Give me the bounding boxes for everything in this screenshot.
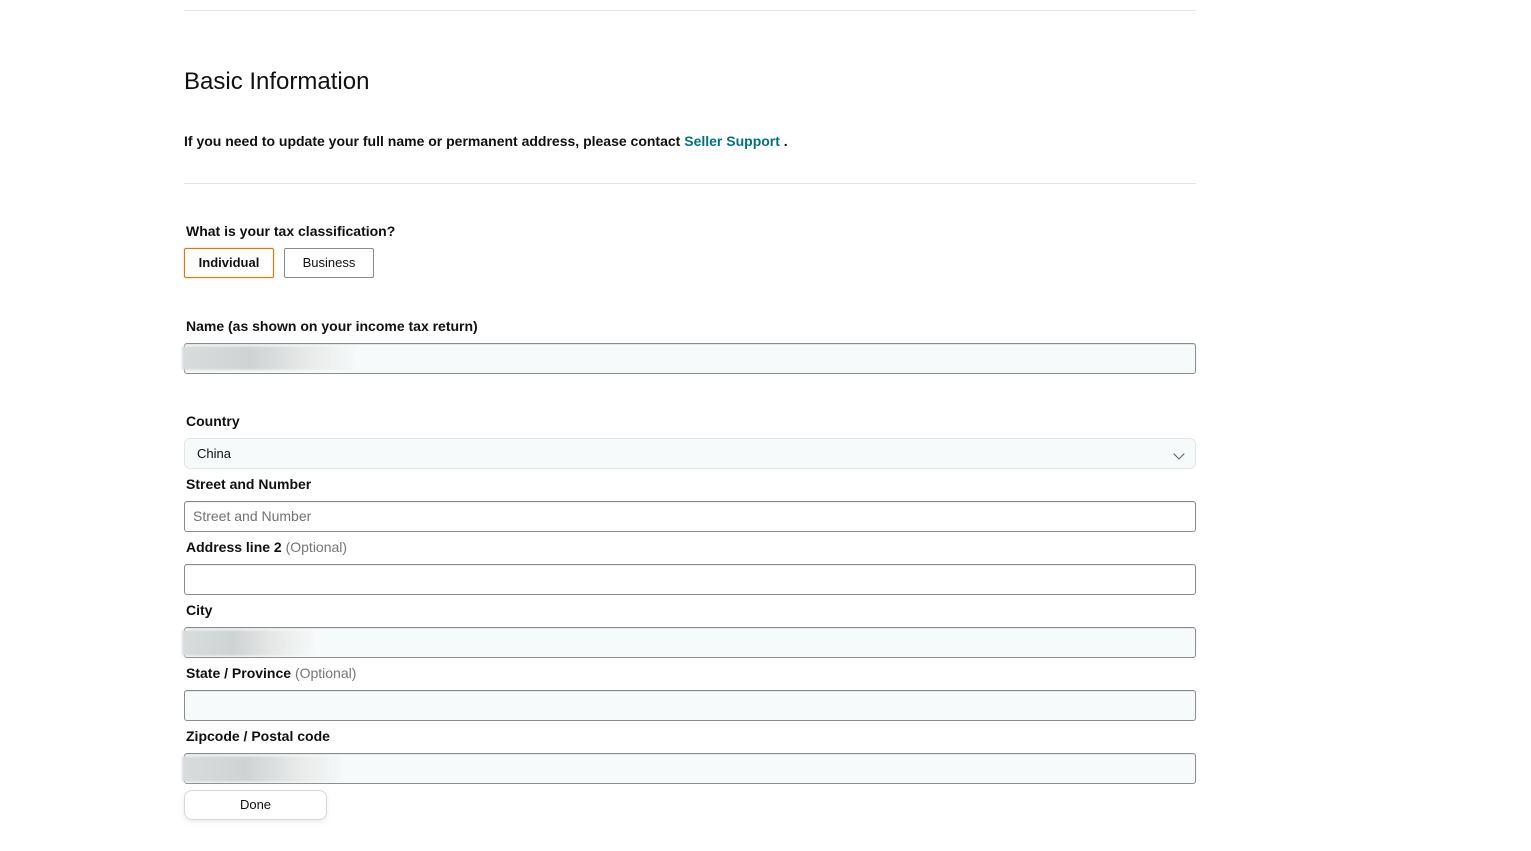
tax-info-page: Basic Information If you need to update … xyxy=(0,0,1531,851)
city-input[interactable] xyxy=(184,627,1196,658)
tax-classification-label: What is your tax classification? xyxy=(186,223,396,239)
update-info-prefix: If you need to update your full name or … xyxy=(184,133,685,149)
street-input[interactable]: Street and Number xyxy=(184,501,1196,532)
tax-business-button[interactable]: Business xyxy=(284,248,374,278)
zipcode-redacted-value xyxy=(182,756,342,782)
street-placeholder: Street and Number xyxy=(193,508,312,524)
city-redacted-value xyxy=(182,630,312,656)
zipcode-label: Zipcode / Postal code xyxy=(186,728,330,744)
state-label-text: State / Province xyxy=(186,665,292,681)
city-label: City xyxy=(186,602,213,618)
country-label: Country xyxy=(186,413,240,429)
state-optional-tag: (Optional) xyxy=(294,665,357,681)
country-select[interactable]: China xyxy=(184,438,1196,469)
street-label: Street and Number xyxy=(186,476,312,492)
chevron-down-icon xyxy=(1173,448,1185,460)
section-title: Basic Information xyxy=(184,68,370,95)
country-selected-value: China xyxy=(197,446,231,461)
tax-individual-button[interactable]: Individual xyxy=(184,248,274,278)
name-redacted-value xyxy=(182,346,354,370)
update-info-text: If you need to update your full name or … xyxy=(184,132,788,150)
section-divider xyxy=(184,183,1196,184)
state-input[interactable] xyxy=(184,690,1196,721)
update-info-suffix: . xyxy=(779,133,788,149)
address2-optional-tag: (Optional) xyxy=(285,539,348,555)
done-button[interactable]: Done xyxy=(184,790,327,820)
name-label: Name (as shown on your income tax return… xyxy=(186,318,478,334)
top-divider xyxy=(184,10,1196,11)
address2-label-text: Address line 2 xyxy=(186,539,282,555)
address2-input[interactable] xyxy=(184,564,1196,595)
seller-support-link[interactable]: Seller Support xyxy=(684,133,780,149)
state-label: State / Province (Optional) xyxy=(186,664,356,682)
address2-label: Address line 2 (Optional) xyxy=(186,538,347,556)
